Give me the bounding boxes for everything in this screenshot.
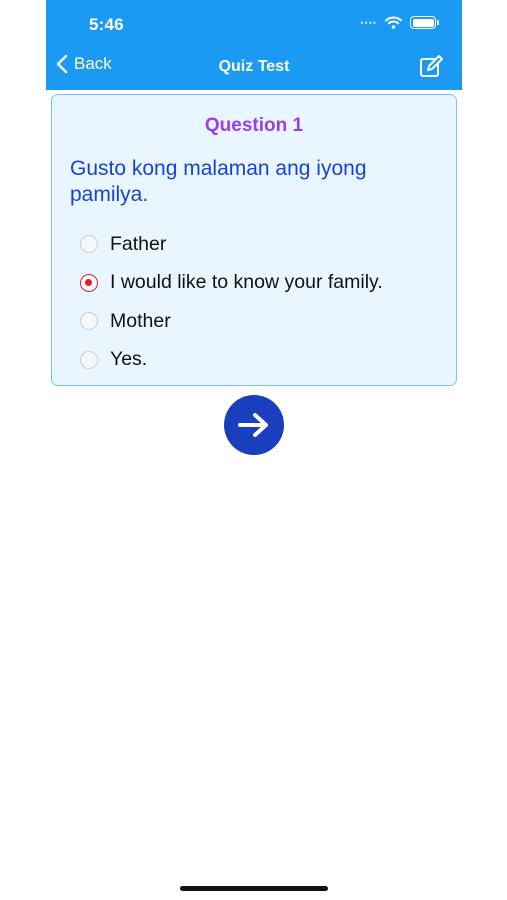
- phone-screen: 5:46 •••• Back Quiz Test Question 1 Gust…: [46, 0, 462, 900]
- question-card: Question 1 Gusto kong malaman ang iyong …: [51, 94, 457, 386]
- navigation-bar: Back Quiz Test: [46, 52, 462, 84]
- arrow-right-icon: [238, 413, 268, 437]
- home-indicator[interactable]: [180, 886, 328, 891]
- answer-option[interactable]: Yes.: [80, 341, 383, 380]
- status-time: 5:46: [89, 15, 124, 34]
- answer-option[interactable]: Father: [80, 225, 383, 264]
- answer-option-label: Father: [110, 232, 167, 255]
- battery-icon: [410, 16, 439, 29]
- question-number: Question 1: [204, 115, 304, 136]
- answer-option-label: Mother: [110, 309, 171, 332]
- radio-button[interactable]: [80, 235, 98, 254]
- top-bar: 5:46 •••• Back Quiz Test: [46, 0, 462, 90]
- radio-button[interactable]: [80, 350, 98, 369]
- answer-options: Father I would like to know your family.…: [80, 225, 383, 379]
- signal-icon: ••••: [360, 17, 377, 28]
- answer-option-selected[interactable]: I would like to know your family.: [80, 264, 383, 303]
- radio-button-selected[interactable]: [80, 273, 98, 292]
- radio-button[interactable]: [80, 312, 98, 331]
- edit-icon[interactable]: [418, 54, 444, 80]
- answer-option-label: Yes.: [110, 348, 148, 371]
- nav-title: Quiz Test: [218, 58, 290, 75]
- wifi-icon: [385, 16, 402, 29]
- question-text: Gusto kong malaman ang iyong pamilya.: [70, 157, 367, 206]
- answer-option-label: I would like to know your family.: [110, 271, 383, 294]
- status-icons: ••••: [360, 16, 439, 29]
- answer-option[interactable]: Mother: [80, 302, 383, 341]
- next-button[interactable]: [224, 395, 284, 455]
